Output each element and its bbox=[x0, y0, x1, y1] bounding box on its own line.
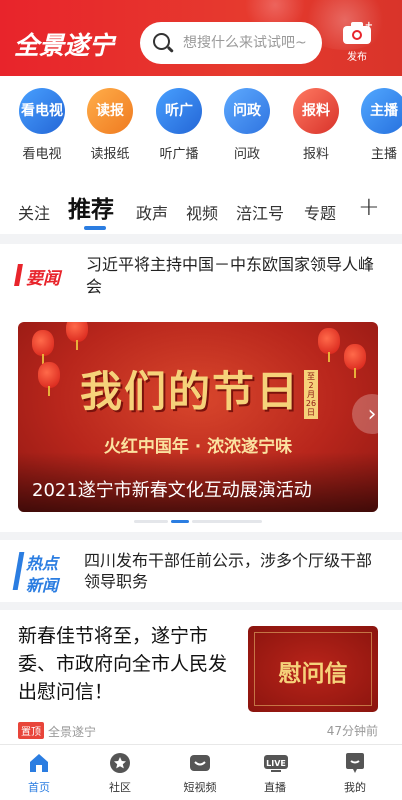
profile-icon bbox=[343, 751, 367, 775]
anchor-icon: 主播 bbox=[361, 88, 402, 134]
app-screen: 全景遂宁 + 发布 看电视 看电视 读报 读报纸 听广 听广播 问政 问政 bbox=[0, 0, 402, 800]
publish-label: 发布 bbox=[347, 52, 367, 63]
lantern-decoration bbox=[318, 328, 340, 362]
tv-icon: 看电视 bbox=[19, 88, 65, 134]
banner-caption: 2021遂宁市新春文化互动展演活动 bbox=[32, 480, 312, 501]
nav-label: 首页 bbox=[28, 781, 50, 794]
quick-link-label: 报料 bbox=[302, 147, 329, 162]
banner-date-tag: 至2月26日 bbox=[304, 370, 318, 419]
article-card[interactable]: 新春佳节将至，遂宁市委、市政府向全市人民发出慰问信！ 慰问信 置顶 全景遂宁 47… bbox=[0, 610, 402, 748]
tab-topics[interactable]: 专题 bbox=[304, 200, 336, 224]
headline-tag-text: 要闻 bbox=[26, 269, 60, 289]
quick-link-anchor[interactable]: 主播 主播 bbox=[357, 88, 402, 162]
carousel-dot[interactable] bbox=[192, 520, 262, 523]
tab-politics[interactable]: 政声 bbox=[136, 200, 168, 224]
hot-news-text[interactable]: 四川发布干部任前公示，涉多个厅级干部领导职务 bbox=[84, 550, 374, 592]
quick-link-label: 问政 bbox=[233, 147, 260, 162]
camera-icon: + bbox=[343, 20, 373, 44]
search-input[interactable] bbox=[183, 35, 318, 51]
quick-link-report[interactable]: 报料 报料 bbox=[289, 88, 343, 162]
headline-news[interactable]: 要闻 习近平将主持中国－中东欧国家领导人峰会 bbox=[0, 244, 402, 312]
hot-news-tag-line1: 热点 bbox=[26, 554, 59, 573]
quick-link-radio[interactable]: 听广 听广播 bbox=[152, 88, 206, 162]
quick-link-label: 听广播 bbox=[159, 147, 199, 162]
article-thumbnail[interactable]: 慰问信 bbox=[248, 626, 378, 712]
banner-slide[interactable]: 我们的节日 至2月26日 火红中国年 · 浓浓遂宁味 2021遂宁市新春文化互动… bbox=[18, 322, 378, 512]
nav-community[interactable]: 社区 bbox=[90, 751, 150, 795]
report-icon: 报料 bbox=[293, 88, 339, 134]
app-logo[interactable]: 全景遂宁 bbox=[14, 26, 114, 62]
tab-video[interactable]: 视频 bbox=[186, 200, 218, 224]
quick-link-icon-text: 问政 bbox=[233, 102, 261, 119]
nav-label: 直播 bbox=[264, 781, 286, 794]
banner-title: 我们的节日 bbox=[80, 367, 301, 416]
nav-label: 短视频 bbox=[183, 781, 217, 794]
politics-icon: 问政 bbox=[224, 88, 270, 134]
lantern-decoration bbox=[38, 362, 60, 396]
nav-live[interactable]: LIVE 直播 bbox=[245, 751, 305, 795]
pinned-badge: 置顶 bbox=[18, 722, 44, 739]
headline-text[interactable]: 习近平将主持中国－中东欧国家领导人峰会 bbox=[86, 254, 376, 298]
home-icon bbox=[27, 751, 51, 775]
bottom-navigation: 首页 社区 短视频 LIVE 直播 我的 bbox=[0, 744, 402, 800]
hot-news[interactable]: 热点 新闻 四川发布干部任前公示，涉多个厅级干部领导职务 bbox=[0, 540, 402, 602]
nav-profile[interactable]: 我的 bbox=[325, 751, 385, 795]
quick-link-icon-text: 读报 bbox=[96, 102, 124, 119]
quick-link-icon-text: 听广 bbox=[165, 102, 193, 119]
article-meta: 置顶 全景遂宁 47分钟前 bbox=[18, 722, 378, 740]
quick-link-tv[interactable]: 看电视 看电视 bbox=[15, 88, 69, 162]
nav-label: 社区 bbox=[109, 781, 131, 794]
channel-tabs: 关注 推荐 政声 视频 涪江号 专题 + bbox=[0, 168, 402, 234]
headline-tag: 要闻 bbox=[14, 262, 74, 289]
quick-link-label: 看电视 bbox=[22, 147, 62, 162]
add-tab-button[interactable]: + bbox=[358, 192, 380, 222]
quick-link-icon-text: 看电视 bbox=[21, 102, 63, 119]
live-icon: LIVE bbox=[263, 751, 288, 775]
carousel-dot[interactable] bbox=[134, 520, 168, 523]
newspaper-icon: 读报 bbox=[87, 88, 133, 134]
nav-label: 我的 bbox=[344, 781, 366, 794]
carousel-dot-active[interactable] bbox=[171, 520, 189, 523]
svg-text:LIVE: LIVE bbox=[266, 759, 286, 768]
article-source: 全景遂宁 bbox=[48, 725, 97, 739]
quick-link-icon-text: 主播 bbox=[370, 102, 398, 119]
active-tab-indicator bbox=[84, 226, 106, 230]
nav-home[interactable]: 首页 bbox=[9, 751, 69, 795]
lantern-decoration bbox=[344, 344, 366, 378]
article-time: 47分钟前 bbox=[326, 724, 378, 738]
community-icon bbox=[108, 751, 132, 775]
nav-short-video[interactable]: 短视频 bbox=[170, 751, 230, 795]
search-bar[interactable] bbox=[140, 22, 322, 64]
tab-follow[interactable]: 关注 bbox=[18, 200, 50, 224]
quick-link-newspaper[interactable]: 读报 读报纸 bbox=[83, 88, 137, 162]
quick-link-icon-text: 报料 bbox=[302, 102, 330, 119]
lantern-decoration bbox=[66, 322, 88, 350]
top-header: 全景遂宁 + 发布 bbox=[0, 0, 402, 76]
hot-news-tag-line2: 新闻 bbox=[26, 576, 59, 595]
lantern-decoration bbox=[32, 330, 54, 364]
banner-carousel: 我们的节日 至2月26日 火红中国年 · 浓浓遂宁味 2021遂宁市新春文化互动… bbox=[0, 312, 402, 532]
quick-link-politics[interactable]: 问政 问政 bbox=[220, 88, 274, 162]
hot-news-tag: 热点 新闻 bbox=[12, 550, 74, 595]
quick-links: 看电视 看电视 读报 读报纸 听广 听广播 问政 问政 报料 报料 主播 主播 bbox=[0, 76, 402, 168]
quick-link-label: 读报纸 bbox=[90, 147, 130, 162]
quick-link-label: 主播 bbox=[371, 147, 398, 162]
tab-fujiang[interactable]: 涪江号 bbox=[236, 200, 284, 224]
short-video-icon bbox=[188, 751, 212, 775]
article-thumbnail-text: 慰问信 bbox=[278, 660, 348, 687]
publish-button[interactable]: + 发布 bbox=[338, 20, 376, 63]
chevron-right-icon[interactable]: › bbox=[352, 394, 378, 434]
carousel-indicator bbox=[134, 520, 264, 524]
article-title[interactable]: 新春佳节将至，遂宁市委、市政府向全市人民发出慰问信！ bbox=[18, 622, 228, 706]
tab-recommend[interactable]: 推荐 bbox=[68, 190, 114, 224]
radio-icon: 听广 bbox=[156, 88, 202, 134]
search-icon bbox=[152, 32, 174, 54]
